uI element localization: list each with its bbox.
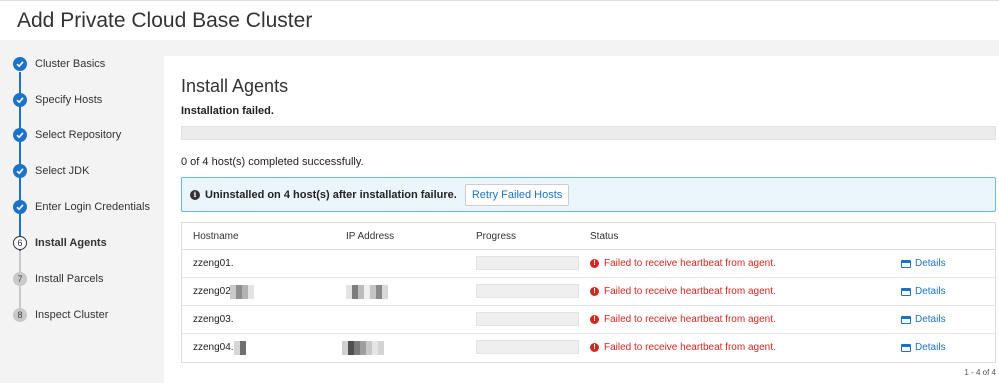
host-progress-bar xyxy=(476,256,579,270)
step-label: Select Repository xyxy=(35,129,122,141)
check-icon xyxy=(13,57,27,71)
table-row: zzeng01. ! Failed to receive heartbeat fr… xyxy=(182,250,995,278)
hosts-table: Hostname IP Address Progress Status zzen… xyxy=(181,222,996,363)
details-label: Details xyxy=(915,286,946,297)
step-install-parcels: 7 Install Parcels xyxy=(13,269,103,289)
step-number: 6 xyxy=(13,236,27,250)
error-icon: ! xyxy=(590,287,599,296)
window-icon xyxy=(901,343,911,352)
window-icon xyxy=(901,287,911,296)
column-header-status[interactable]: Status xyxy=(590,231,618,242)
hostname-cell: zzeng04. xyxy=(193,342,234,353)
host-progress-bar xyxy=(476,312,579,326)
pagination-info: 1 - 4 of 4 xyxy=(964,368,996,377)
step-enter-login-credentials[interactable]: Enter Login Credentials xyxy=(13,197,150,217)
completion-summary: 0 of 4 host(s) completed successfully. xyxy=(181,156,364,168)
page-title: Add Private Cloud Base Cluster xyxy=(17,9,313,32)
check-icon xyxy=(13,93,27,107)
hostname-cell: zzeng01. xyxy=(193,258,234,269)
details-link[interactable]: Details xyxy=(901,258,946,269)
step-install-agents[interactable]: 6 Install Agents xyxy=(13,233,107,253)
step-number: 8 xyxy=(13,308,27,322)
table-row: zzeng04. ! Failed to receive heartbeat fr… xyxy=(182,334,995,362)
details-label: Details xyxy=(915,314,946,325)
check-icon xyxy=(13,128,27,142)
step-cluster-basics[interactable]: Cluster Basics xyxy=(13,54,105,74)
step-specify-hosts[interactable]: Specify Hosts xyxy=(13,90,102,110)
window-icon xyxy=(901,259,911,268)
host-progress-bar xyxy=(476,340,579,354)
step-number: 7 xyxy=(13,272,27,286)
status-cell: ! Failed to receive heartbeat from agent. xyxy=(590,314,776,325)
wizard-steps-sidebar: Cluster Basics Specify Hosts Select Repo… xyxy=(0,40,164,383)
details-label: Details xyxy=(915,342,946,353)
redacted-hostname xyxy=(234,341,246,355)
status-text: Failed to receive heartbeat from agent. xyxy=(604,342,776,353)
host-progress-bar xyxy=(476,284,579,298)
details-label: Details xyxy=(915,258,946,269)
alert-message: Uninstalled on 4 host(s) after installat… xyxy=(205,188,457,201)
error-icon: ! xyxy=(590,343,599,352)
overall-progress-bar xyxy=(181,126,996,140)
table-row: zzeng03. ! Failed to receive heartbeat fr… xyxy=(182,306,995,334)
section-title: Install Agents xyxy=(181,76,289,96)
details-link[interactable]: Details xyxy=(901,342,946,353)
step-label: Inspect Cluster xyxy=(35,309,109,321)
status-cell: ! Failed to receive heartbeat from agent. xyxy=(590,286,776,297)
hostname-cell: zzeng02. xyxy=(193,286,234,297)
step-label: Enter Login Credentials xyxy=(35,201,150,213)
redacted-ip-address xyxy=(342,341,384,355)
window-icon xyxy=(901,315,911,324)
table-row: zzeng02. ! Failed to receive heartbeat fr… xyxy=(182,278,995,306)
installation-status: Installation failed. xyxy=(181,105,274,117)
step-label: Install Agents xyxy=(35,237,107,249)
column-header-progress[interactable]: Progress xyxy=(476,231,516,242)
error-icon: ! xyxy=(590,315,599,324)
status-cell: ! Failed to receive heartbeat from agent. xyxy=(590,258,776,269)
step-select-jdk[interactable]: Select JDK xyxy=(13,161,89,181)
details-link[interactable]: Details xyxy=(901,314,946,325)
status-cell: ! Failed to receive heartbeat from agent. xyxy=(590,342,776,353)
status-text: Failed to receive heartbeat from agent. xyxy=(604,258,776,269)
hostname-cell: zzeng03. xyxy=(193,314,234,325)
main-panel: Install Agents Installation failed. 0 of… xyxy=(164,56,999,383)
retry-failed-hosts-button[interactable]: Retry Failed Hosts xyxy=(464,183,570,206)
step-label: Select JDK xyxy=(35,165,90,177)
check-icon xyxy=(13,164,27,178)
redacted-hostname xyxy=(230,285,254,299)
table-header: Hostname IP Address Progress Status xyxy=(182,223,995,250)
redacted-ip-address xyxy=(346,285,388,299)
check-icon xyxy=(13,200,27,214)
error-icon: ! xyxy=(590,259,599,268)
step-inspect-cluster: 8 Inspect Cluster xyxy=(13,305,108,325)
step-label: Specify Hosts xyxy=(35,94,103,106)
status-text: Failed to receive heartbeat from agent. xyxy=(604,286,776,297)
step-label: Cluster Basics xyxy=(35,58,106,70)
info-icon: i xyxy=(190,189,200,200)
info-alert: i Uninstalled on 4 host(s) after install… xyxy=(181,177,996,212)
column-header-hostname[interactable]: Hostname xyxy=(193,231,239,242)
page-header: Add Private Cloud Base Cluster xyxy=(0,0,999,40)
details-link[interactable]: Details xyxy=(901,286,946,297)
status-text: Failed to receive heartbeat from agent. xyxy=(604,314,776,325)
column-header-ip-address[interactable]: IP Address xyxy=(346,231,394,242)
step-label: Install Parcels xyxy=(35,273,104,285)
step-select-repository[interactable]: Select Repository xyxy=(13,125,121,145)
